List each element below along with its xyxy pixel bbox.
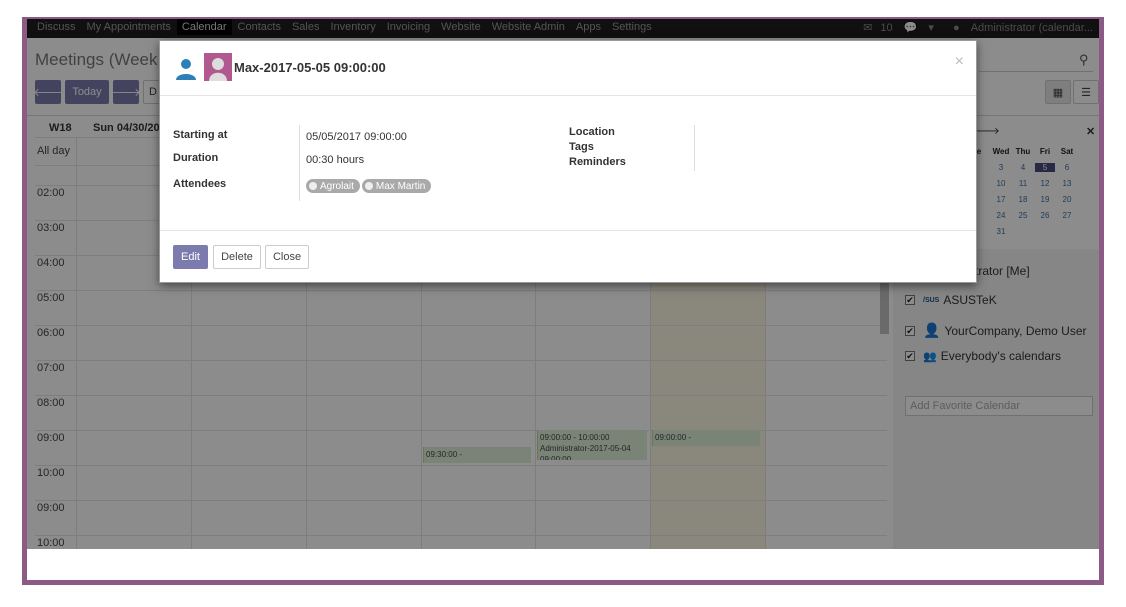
close-icon[interactable]: × — [955, 53, 964, 71]
dialog-title: Max-2017-05-05 09:00:00 — [234, 60, 386, 75]
delete-button[interactable]: Delete — [213, 245, 261, 269]
bottom-strip — [27, 549, 1099, 580]
reminders-label: Reminders — [569, 156, 626, 168]
attendee-tag[interactable]: Max Martin — [361, 179, 432, 193]
attendee-tag[interactable]: Agrolait — [306, 179, 360, 193]
location-label: Location — [569, 126, 615, 138]
status-dot-icon — [309, 182, 317, 190]
attendees-label: Attendees — [173, 178, 227, 190]
starting-at-value: 05/05/2017 09:00:00 — [306, 131, 407, 143]
attendees-list: Agrolait Max Martin — [306, 179, 433, 193]
tags-label: Tags — [569, 141, 594, 153]
dialog-footer: Edit Delete Close — [160, 230, 976, 282]
user-icon — [174, 57, 198, 81]
event-dialog: Max-2017-05-05 09:00:00 × Starting at 05… — [159, 40, 977, 283]
dialog-header: Max-2017-05-05 09:00:00 × — [160, 41, 976, 96]
field-divider — [299, 125, 300, 201]
duration-value: 00:30 hours — [306, 154, 365, 166]
edit-button[interactable]: Edit — [173, 245, 208, 269]
close-button[interactable]: Close — [265, 245, 309, 269]
field-divider — [694, 125, 695, 171]
app-window: Discuss My Appointments Calendar Contacts Sa… — [27, 19, 1099, 549]
attendee-name: Max Martin — [375, 180, 426, 192]
status-dot-icon — [364, 182, 373, 190]
attendee-name: Agrolait — [320, 180, 354, 192]
duration-label: Duration — [173, 152, 219, 164]
starting-at-label: Starting at — [173, 129, 228, 141]
screenshot-frame: Discuss My Appointments Calendar Contacts Sa… — [22, 17, 1104, 585]
avatar — [204, 53, 232, 81]
